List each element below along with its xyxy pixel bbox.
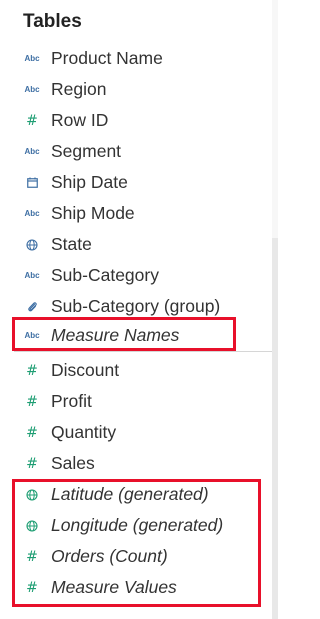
field-sub-category[interactable]: Abc Sub-Category bbox=[0, 260, 270, 291]
field-measure-names[interactable]: Abc Measure Names bbox=[0, 320, 270, 351]
field-label: Orders (Count) bbox=[51, 546, 168, 566]
field-label: Region bbox=[51, 79, 107, 99]
abc-string-icon: Abc bbox=[24, 54, 40, 63]
field-sub-category-group[interactable]: Sub-Category (group) bbox=[0, 291, 270, 322]
field-discount[interactable]: # Discount bbox=[0, 355, 270, 386]
field-profit[interactable]: # Profit bbox=[0, 386, 270, 417]
number-hash-icon: # bbox=[26, 424, 38, 441]
field-label: Discount bbox=[51, 360, 120, 380]
data-pane: Tables Abc Product Name Abc Region # Row… bbox=[0, 0, 278, 619]
abc-string-icon: Abc bbox=[24, 209, 40, 218]
field-label: Row ID bbox=[51, 110, 109, 130]
field-label: Segment bbox=[51, 141, 122, 161]
field-label: Ship Date bbox=[51, 172, 128, 192]
field-longitude-generated[interactable]: Longitude (generated) bbox=[0, 510, 270, 541]
field-label: Latitude (generated) bbox=[51, 484, 209, 504]
globe-icon bbox=[22, 485, 42, 505]
dimensions-measures-divider bbox=[14, 351, 274, 352]
field-measure-values[interactable]: # Measure Values bbox=[0, 572, 270, 603]
paperclip-group-icon bbox=[22, 297, 42, 317]
field-segment[interactable]: Abc Segment bbox=[0, 136, 270, 167]
field-label: Measure Names bbox=[51, 325, 180, 345]
abc-string-icon: Abc bbox=[24, 271, 40, 280]
field-state[interactable]: State bbox=[0, 229, 270, 260]
number-hash-icon: # bbox=[26, 548, 38, 565]
number-hash-icon: # bbox=[26, 112, 38, 129]
globe-icon bbox=[22, 235, 42, 255]
field-latitude-generated[interactable]: Latitude (generated) bbox=[0, 479, 270, 510]
field-label: Measure Values bbox=[51, 577, 177, 597]
field-label: Sub-Category (group) bbox=[51, 296, 221, 316]
field-product-name[interactable]: Abc Product Name bbox=[0, 43, 270, 74]
tables-heading: Tables bbox=[23, 11, 82, 32]
field-region[interactable]: Abc Region bbox=[0, 74, 270, 105]
field-ship-mode[interactable]: Abc Ship Mode bbox=[0, 198, 270, 229]
number-hash-icon: # bbox=[26, 455, 38, 472]
field-label: Sub-Category bbox=[51, 265, 159, 285]
abc-string-icon: Abc bbox=[24, 85, 40, 94]
field-label: Product Name bbox=[51, 48, 163, 68]
field-sales[interactable]: # Sales bbox=[0, 448, 270, 479]
field-orders-count[interactable]: # Orders (Count) bbox=[0, 541, 270, 572]
abc-string-icon: Abc bbox=[24, 147, 40, 156]
field-label: State bbox=[51, 234, 92, 254]
number-hash-icon: # bbox=[26, 362, 38, 379]
field-label: Ship Mode bbox=[51, 203, 135, 223]
abc-string-icon: Abc bbox=[24, 331, 40, 340]
globe-icon bbox=[22, 516, 42, 536]
field-label: Longitude (generated) bbox=[51, 515, 224, 535]
field-label: Profit bbox=[51, 391, 92, 411]
scrollbar-thumb[interactable] bbox=[272, 238, 278, 619]
field-label: Quantity bbox=[51, 422, 117, 442]
calendar-icon bbox=[22, 173, 42, 193]
field-ship-date[interactable]: Ship Date bbox=[0, 167, 270, 198]
number-hash-icon: # bbox=[26, 579, 38, 596]
field-label: Sales bbox=[51, 453, 95, 473]
number-hash-icon: # bbox=[26, 393, 38, 410]
field-row-id[interactable]: # Row ID bbox=[0, 105, 270, 136]
field-quantity[interactable]: # Quantity bbox=[0, 417, 270, 448]
